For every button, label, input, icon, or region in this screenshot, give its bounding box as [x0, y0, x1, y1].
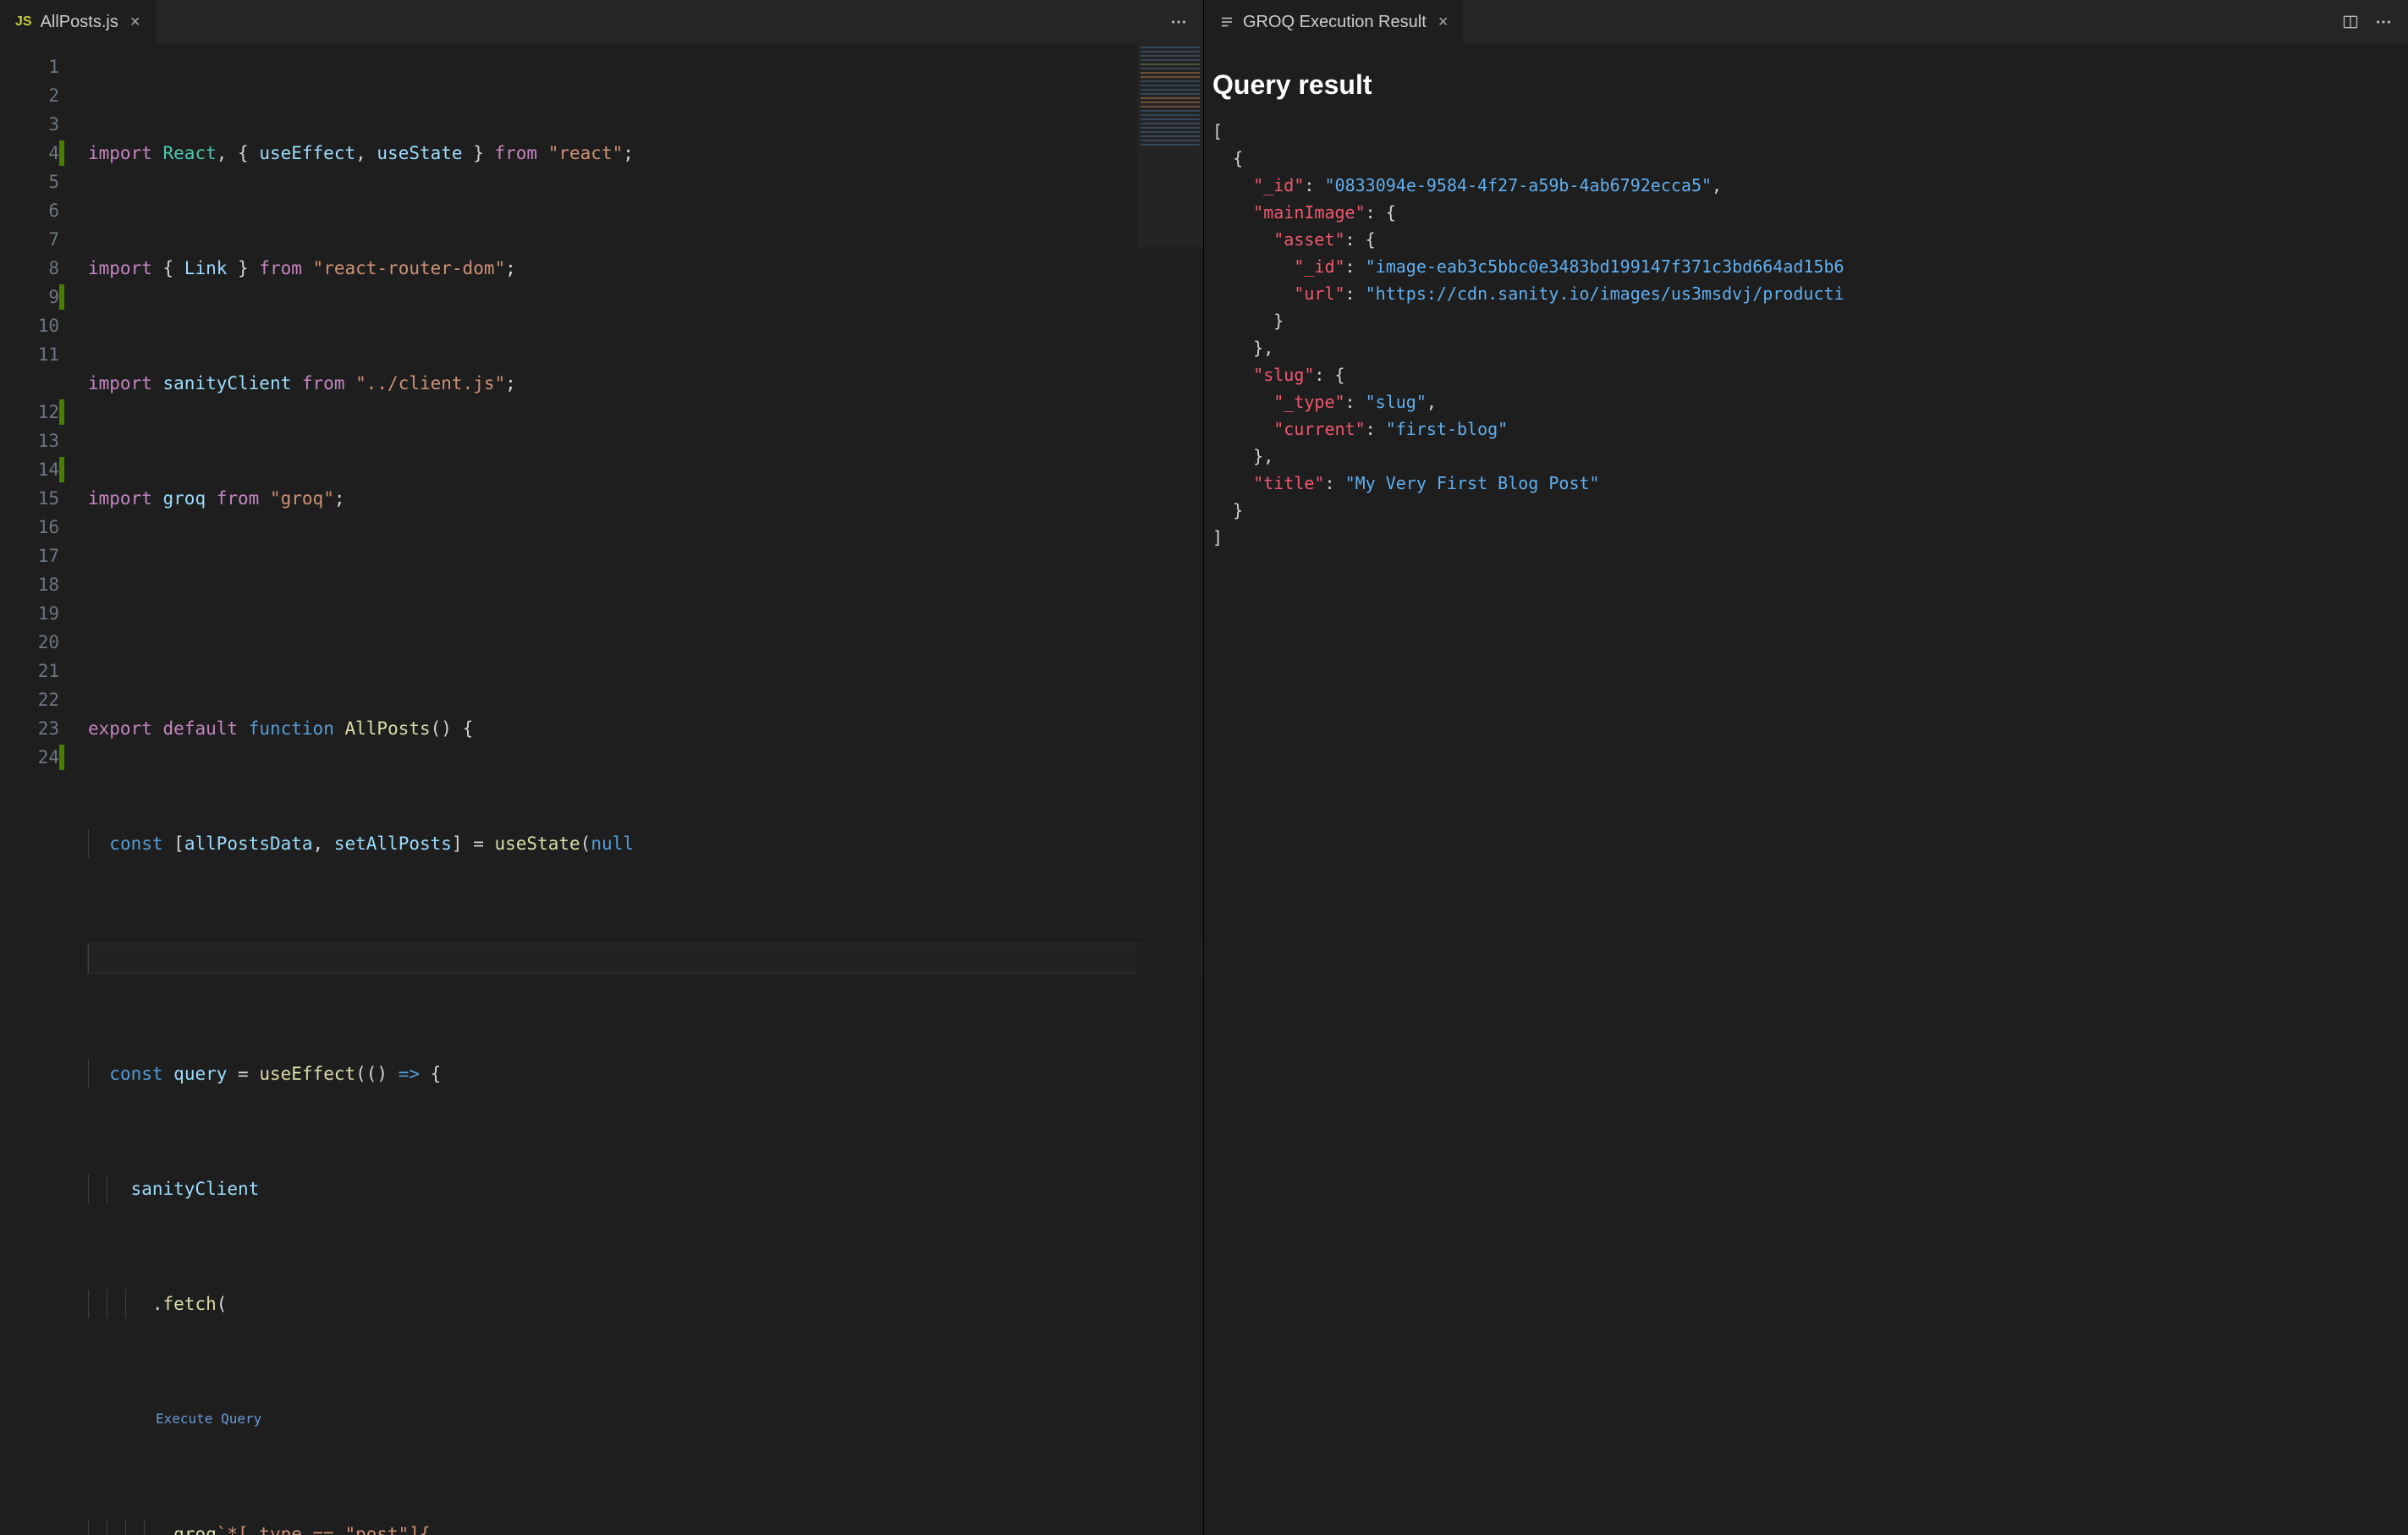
codelens-execute-query[interactable]: Execute Query [88, 1405, 1203, 1433]
right-tab-bar: GROQ Execution Result × [1204, 0, 2408, 44]
tab-filename: AllPosts.js [41, 13, 118, 32]
line-number: 10 [0, 311, 59, 340]
line-number: 4 [0, 139, 59, 168]
close-icon[interactable]: × [127, 13, 144, 32]
line-number: 22 [0, 685, 59, 714]
line-number: 6 [0, 196, 59, 225]
line-number: 24 [0, 743, 59, 772]
minimap[interactable] [1137, 44, 1203, 1535]
line-number: 23 [0, 714, 59, 743]
line-number: 8 [0, 254, 59, 283]
line-number: 21 [0, 657, 59, 685]
line-number: 18 [0, 570, 59, 599]
result-heading: Query result [1212, 69, 2400, 101]
js-file-icon: JS [15, 14, 32, 30]
more-actions-icon[interactable] [1169, 13, 1188, 31]
line-number: 5 [0, 168, 59, 196]
result-pane: GROQ Execution Result × Query result [ {… [1204, 0, 2408, 1535]
left-tab-bar: JS AllPosts.js × [0, 0, 1203, 44]
result-body: Query result [ { "_id": "0833094e-9584-4… [1204, 44, 2408, 1535]
line-number: 14 [0, 455, 59, 484]
code-editor[interactable]: 1234567891011 12131415161718192021222324… [0, 44, 1203, 1535]
json-output[interactable]: [ { "_id": "0833094e-9584-4f27-a59b-4ab6… [1212, 118, 2400, 551]
line-number: 9 [0, 283, 59, 311]
line-number: 12 [0, 398, 59, 426]
line-number: 17 [0, 542, 59, 570]
line-number: 20 [0, 628, 59, 657]
line-number-gutter: 1234567891011 12131415161718192021222324 [0, 44, 66, 1535]
cursor-line [88, 944, 1203, 973]
more-actions-icon[interactable] [2374, 13, 2393, 31]
tab-result-title: GROQ Execution Result [1243, 13, 1427, 32]
code-area[interactable]: import React, { useEffect, useState } fr… [66, 44, 1203, 1535]
line-number: 13 [0, 426, 59, 455]
preview-icon [1219, 14, 1234, 30]
tab-allposts[interactable]: JS AllPosts.js × [0, 0, 156, 44]
split-editor-icon[interactable] [2342, 14, 2359, 30]
line-number: 19 [0, 599, 59, 628]
line-number: 15 [0, 484, 59, 513]
line-number: 11 [0, 340, 59, 369]
line-number: 3 [0, 110, 59, 139]
tab-groq-result[interactable]: GROQ Execution Result × [1204, 0, 1463, 44]
close-icon[interactable]: × [1435, 13, 1452, 32]
editor-pane: JS AllPosts.js × 1234567891011 121314151… [0, 0, 1204, 1535]
line-number: 16 [0, 513, 59, 542]
line-number: 1 [0, 52, 59, 81]
line-number: 7 [0, 225, 59, 254]
line-number: 2 [0, 81, 59, 110]
